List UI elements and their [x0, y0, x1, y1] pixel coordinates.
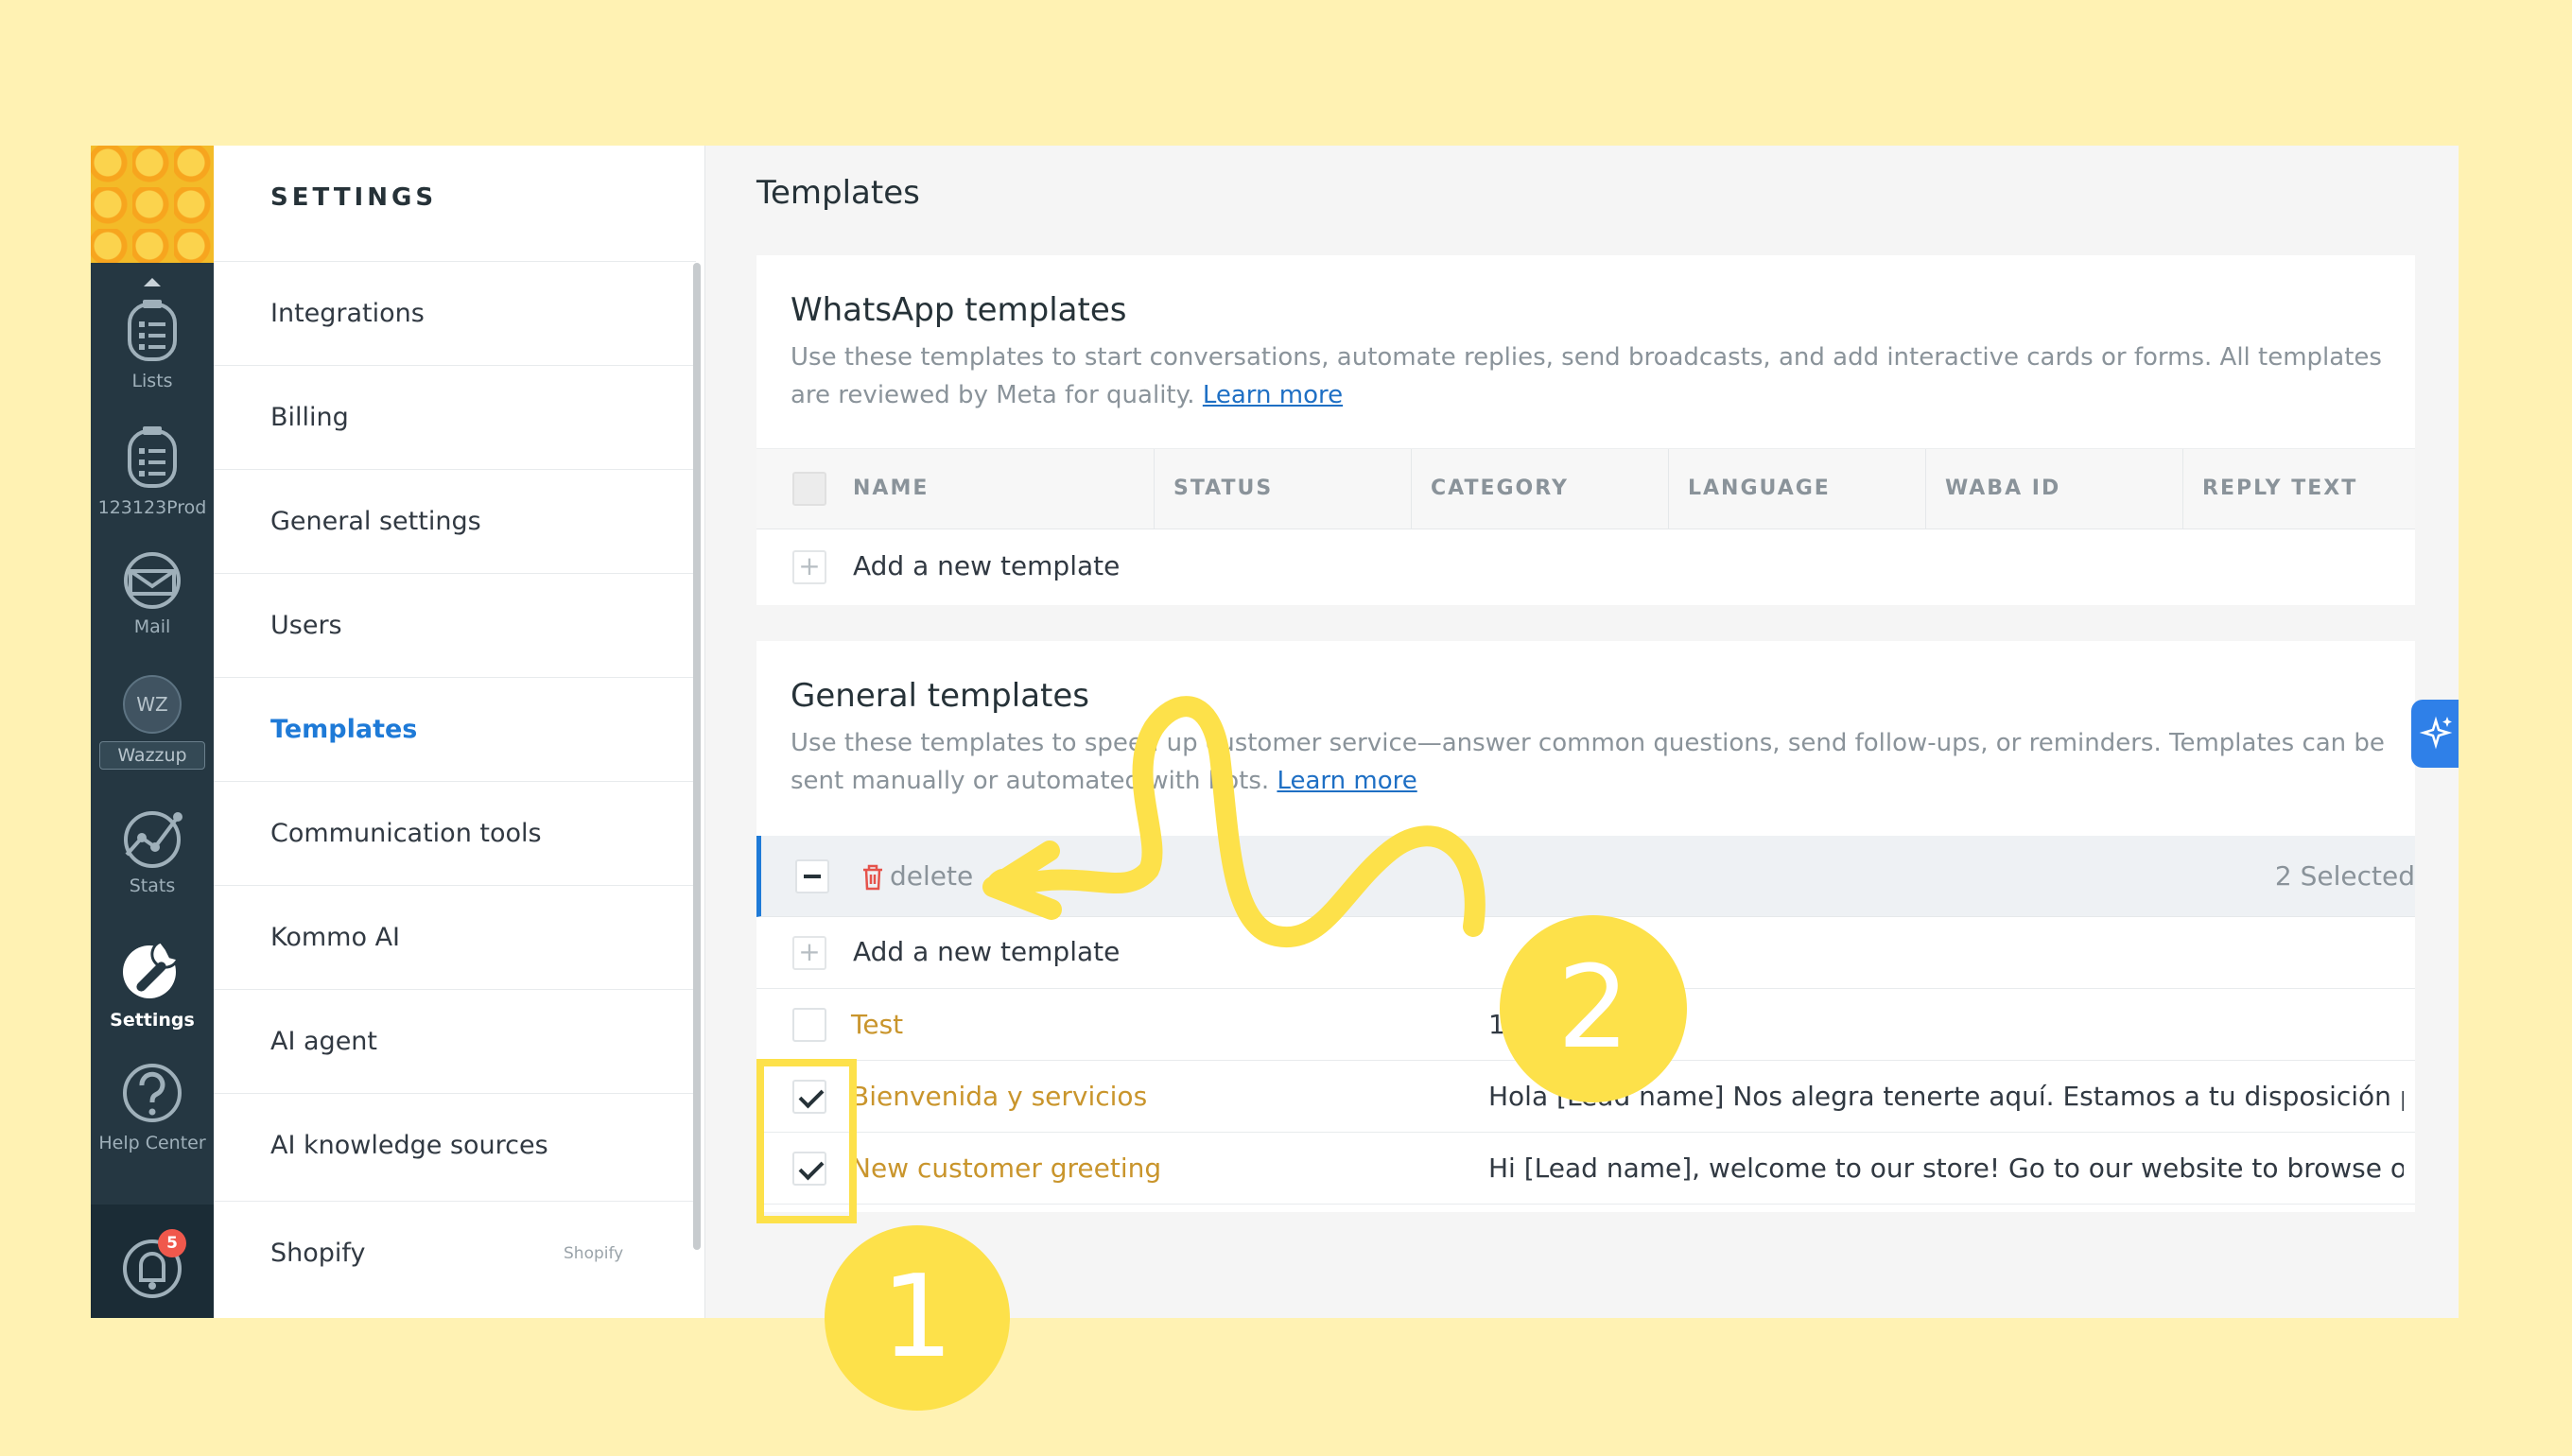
menu-item-communication-tools[interactable]: Communication tools	[214, 781, 696, 885]
wrench-icon	[123, 940, 180, 998]
column-header-status[interactable]: STATUS	[1154, 449, 1411, 529]
nav-label: Lists	[131, 371, 173, 391]
list-icon	[128, 426, 177, 488]
menu-item-templates[interactable]: Templates	[214, 677, 696, 781]
nav-label: Help Center	[98, 1133, 206, 1153]
ai-assistant-button[interactable]	[2411, 700, 2459, 768]
nav-label: Settings	[110, 1010, 195, 1031]
nav-label: Mail	[133, 616, 171, 637]
mail-icon	[124, 552, 181, 609]
learn-more-link[interactable]: Learn more	[1203, 381, 1343, 409]
sparkle-icon	[2419, 716, 2453, 750]
whatsapp-templates-card: WhatsApp templates Use these templates t…	[756, 255, 2415, 605]
select-all-checkbox[interactable]	[792, 472, 826, 506]
nav-label: Wazzup	[99, 741, 205, 770]
scroll-up-icon[interactable]	[144, 278, 161, 286]
menu-item-integrations[interactable]: Integrations	[214, 261, 696, 365]
column-header-category[interactable]: CATEGORY	[1411, 449, 1668, 529]
nav-wazzup[interactable]: WZ Wazzup	[91, 675, 214, 770]
menu-scrollbar[interactable]	[693, 263, 701, 1250]
column-header-language[interactable]: LANGUAGE	[1668, 449, 1925, 529]
card-description: Use these templates to start conversatio…	[791, 338, 2389, 414]
stats-icon	[124, 811, 182, 868]
trash-icon	[863, 864, 882, 891]
plus-icon[interactable]: +	[792, 550, 826, 584]
plus-icon[interactable]: +	[792, 936, 826, 970]
row-checkbox[interactable]	[792, 1008, 826, 1042]
notification-badge: 5	[158, 1229, 186, 1257]
nav-stats[interactable]: Stats	[91, 807, 214, 896]
description-text: Use these templates to speed up customer…	[791, 729, 2385, 795]
deselect-all-checkbox[interactable]	[795, 859, 829, 893]
template-name[interactable]: Bienvenida y servicios	[851, 1061, 1147, 1133]
menu-item-ai-knowledge-sources[interactable]: AI knowledge sources	[214, 1093, 696, 1197]
list-icon	[128, 300, 177, 361]
table-header: NAME STATUS CATEGORY LANGUAGE WABA ID RE…	[756, 448, 2415, 529]
selected-count: 2 Selected	[2274, 860, 2415, 892]
step-1-marker: 1	[825, 1225, 1010, 1411]
column-header-name[interactable]: NAME	[834, 449, 1154, 529]
selection-bar: delete 2 Selected	[756, 836, 2415, 917]
add-template-link[interactable]: Add a new template	[853, 550, 1120, 581]
step-2-marker: 2	[1500, 915, 1687, 1102]
menu-title: SETTINGS	[270, 183, 438, 212]
delete-button[interactable]: delete	[861, 836, 973, 917]
menu-item-users[interactable]: Users	[214, 573, 696, 677]
card-title: General templates	[791, 677, 1089, 715]
app-window: Lists 123123Prod Mail WZ Wazzup Stats Se…	[91, 146, 2459, 1318]
template-name[interactable]: Test	[851, 989, 903, 1061]
menu-item-shopify[interactable]: Shopify Shopify	[214, 1201, 696, 1305]
menu-item-kommo-ai[interactable]: Kommo AI	[214, 885, 696, 989]
menu-item-ai-agent[interactable]: AI agent	[214, 989, 696, 1093]
menu-item-billing[interactable]: Billing	[214, 365, 696, 469]
nav-123123prod[interactable]: 123123Prod	[91, 424, 214, 518]
menu-item-label: Shopify	[270, 1239, 366, 1268]
nav-settings[interactable]: Settings	[91, 936, 214, 1031]
nav-label: 123123Prod	[97, 497, 207, 518]
column-header-waba-id[interactable]: WABA ID	[1925, 449, 2182, 529]
left-nav-rail: Lists 123123Prod Mail WZ Wazzup Stats Se…	[91, 146, 214, 1318]
nav-label: Stats	[129, 875, 176, 896]
template-reply: Hi [Lead name], welcome to our store! Go…	[1488, 1153, 2404, 1184]
menu-item-tag: Shopify	[564, 1244, 624, 1263]
checkbox-highlight-box	[756, 1059, 857, 1223]
wazzup-icon: WZ	[123, 675, 182, 734]
description-text: Use these templates to start conversatio…	[791, 343, 2382, 409]
nav-lists[interactable]: Lists	[91, 297, 214, 391]
nav-help-center[interactable]: Help Center	[91, 1059, 214, 1153]
table-row[interactable]: New customer greeting Hi [Lead name], we…	[756, 1133, 2415, 1205]
nav-mail[interactable]: Mail	[91, 552, 214, 637]
learn-more-link[interactable]: Learn more	[1277, 767, 1416, 795]
menu-item-general-settings[interactable]: General settings	[214, 469, 696, 573]
delete-label: delete	[890, 860, 974, 892]
template-name[interactable]: New customer greeting	[851, 1133, 1161, 1205]
add-template-link[interactable]: Add a new template	[853, 936, 1120, 967]
card-title: WhatsApp templates	[791, 291, 1127, 329]
settings-menu: SETTINGS Integrations Billing General se…	[214, 146, 705, 1318]
help-icon	[123, 1064, 182, 1122]
account-avatar[interactable]	[91, 146, 214, 263]
column-header-reply-text[interactable]: REPLY TEXT	[2182, 449, 2415, 529]
card-description: Use these templates to speed up customer…	[791, 724, 2389, 800]
page-title: Templates	[756, 174, 920, 212]
notifications-area: 5	[91, 1205, 214, 1318]
